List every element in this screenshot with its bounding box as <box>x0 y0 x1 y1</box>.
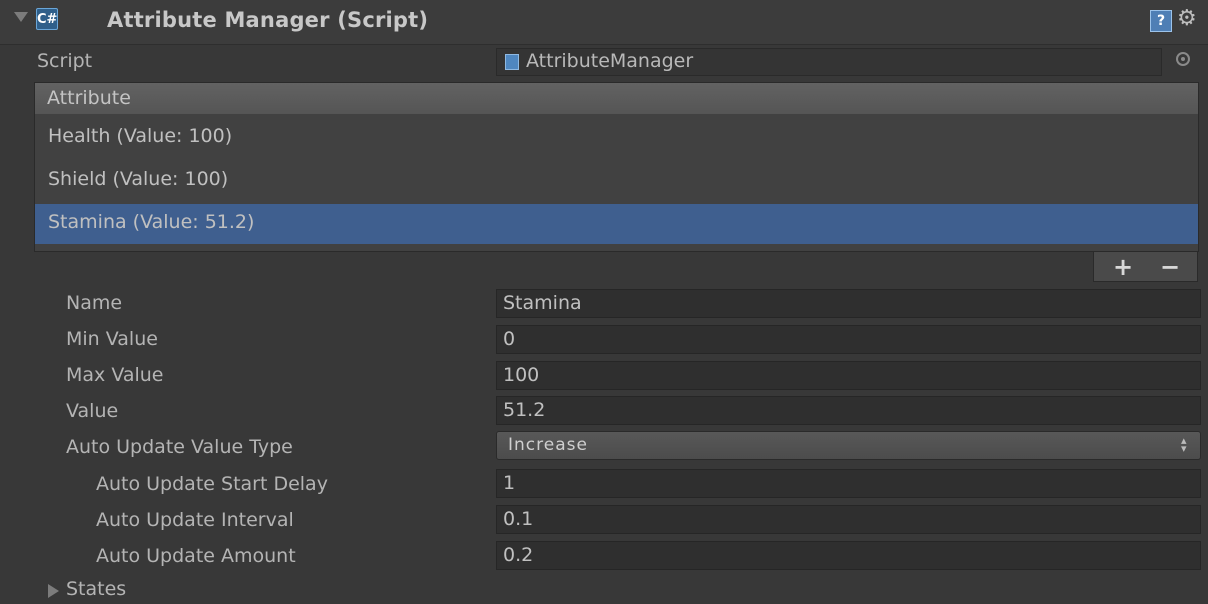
list-item-label: Stamina (Value: 51.2) <box>48 211 255 233</box>
help-icon[interactable]: ? <box>1150 10 1172 32</box>
list-item-label: Health (Value: 100) <box>48 125 233 147</box>
auto-update-type-label: Auto Update Value Type <box>66 436 293 458</box>
start-delay-label: Auto Update Start Delay <box>96 473 328 495</box>
attribute-list-header-label: Attribute <box>47 87 131 109</box>
value-value: 51.2 <box>503 399 546 421</box>
gear-icon[interactable]: ⚙ <box>1177 6 1197 31</box>
remove-item-button[interactable]: − <box>1155 252 1185 282</box>
value-label: Value <box>66 400 119 422</box>
script-file-icon <box>505 54 519 70</box>
start-delay-field[interactable] <box>496 469 1201 498</box>
name-field[interactable] <box>496 289 1201 318</box>
attribute-list-header <box>35 83 1198 114</box>
interval-field[interactable] <box>496 505 1201 534</box>
min-value-label: Min Value <box>66 328 158 350</box>
max-value-field[interactable] <box>496 361 1201 390</box>
amount-value: 0.2 <box>503 544 534 566</box>
component-title: Attribute Manager (Script) <box>107 8 429 32</box>
name-label: Name <box>66 292 123 314</box>
script-label: Script <box>37 50 93 72</box>
interval-label: Auto Update Interval <box>96 509 294 531</box>
collapse-arrow-icon[interactable] <box>14 12 28 22</box>
min-value-field[interactable] <box>496 325 1201 354</box>
object-picker-icon[interactable] <box>1176 52 1190 66</box>
min-value-value: 0 <box>503 328 516 350</box>
start-delay-value: 1 <box>503 472 516 494</box>
states-foldout-label[interactable]: States <box>66 578 126 600</box>
list-item-label: Shield (Value: 100) <box>48 168 229 190</box>
states-foldout-arrow-icon[interactable] <box>48 584 59 598</box>
max-value-label: Max Value <box>66 364 164 386</box>
amount-label: Auto Update Amount <box>96 545 296 567</box>
csharp-script-icon: C# <box>36 8 58 30</box>
max-value-value: 100 <box>503 364 540 386</box>
auto-update-type-dropdown[interactable] <box>496 431 1201 460</box>
dropdown-arrow-icon: ▴ ▾ <box>1181 434 1187 455</box>
script-value: AttributeManager <box>526 50 694 72</box>
name-value: Stamina <box>503 292 582 314</box>
add-item-button[interactable]: + <box>1108 252 1138 282</box>
interval-value: 0.1 <box>503 508 534 530</box>
auto-update-type-value: Increase <box>508 435 588 455</box>
value-field[interactable] <box>496 396 1201 425</box>
amount-field[interactable] <box>496 541 1201 570</box>
